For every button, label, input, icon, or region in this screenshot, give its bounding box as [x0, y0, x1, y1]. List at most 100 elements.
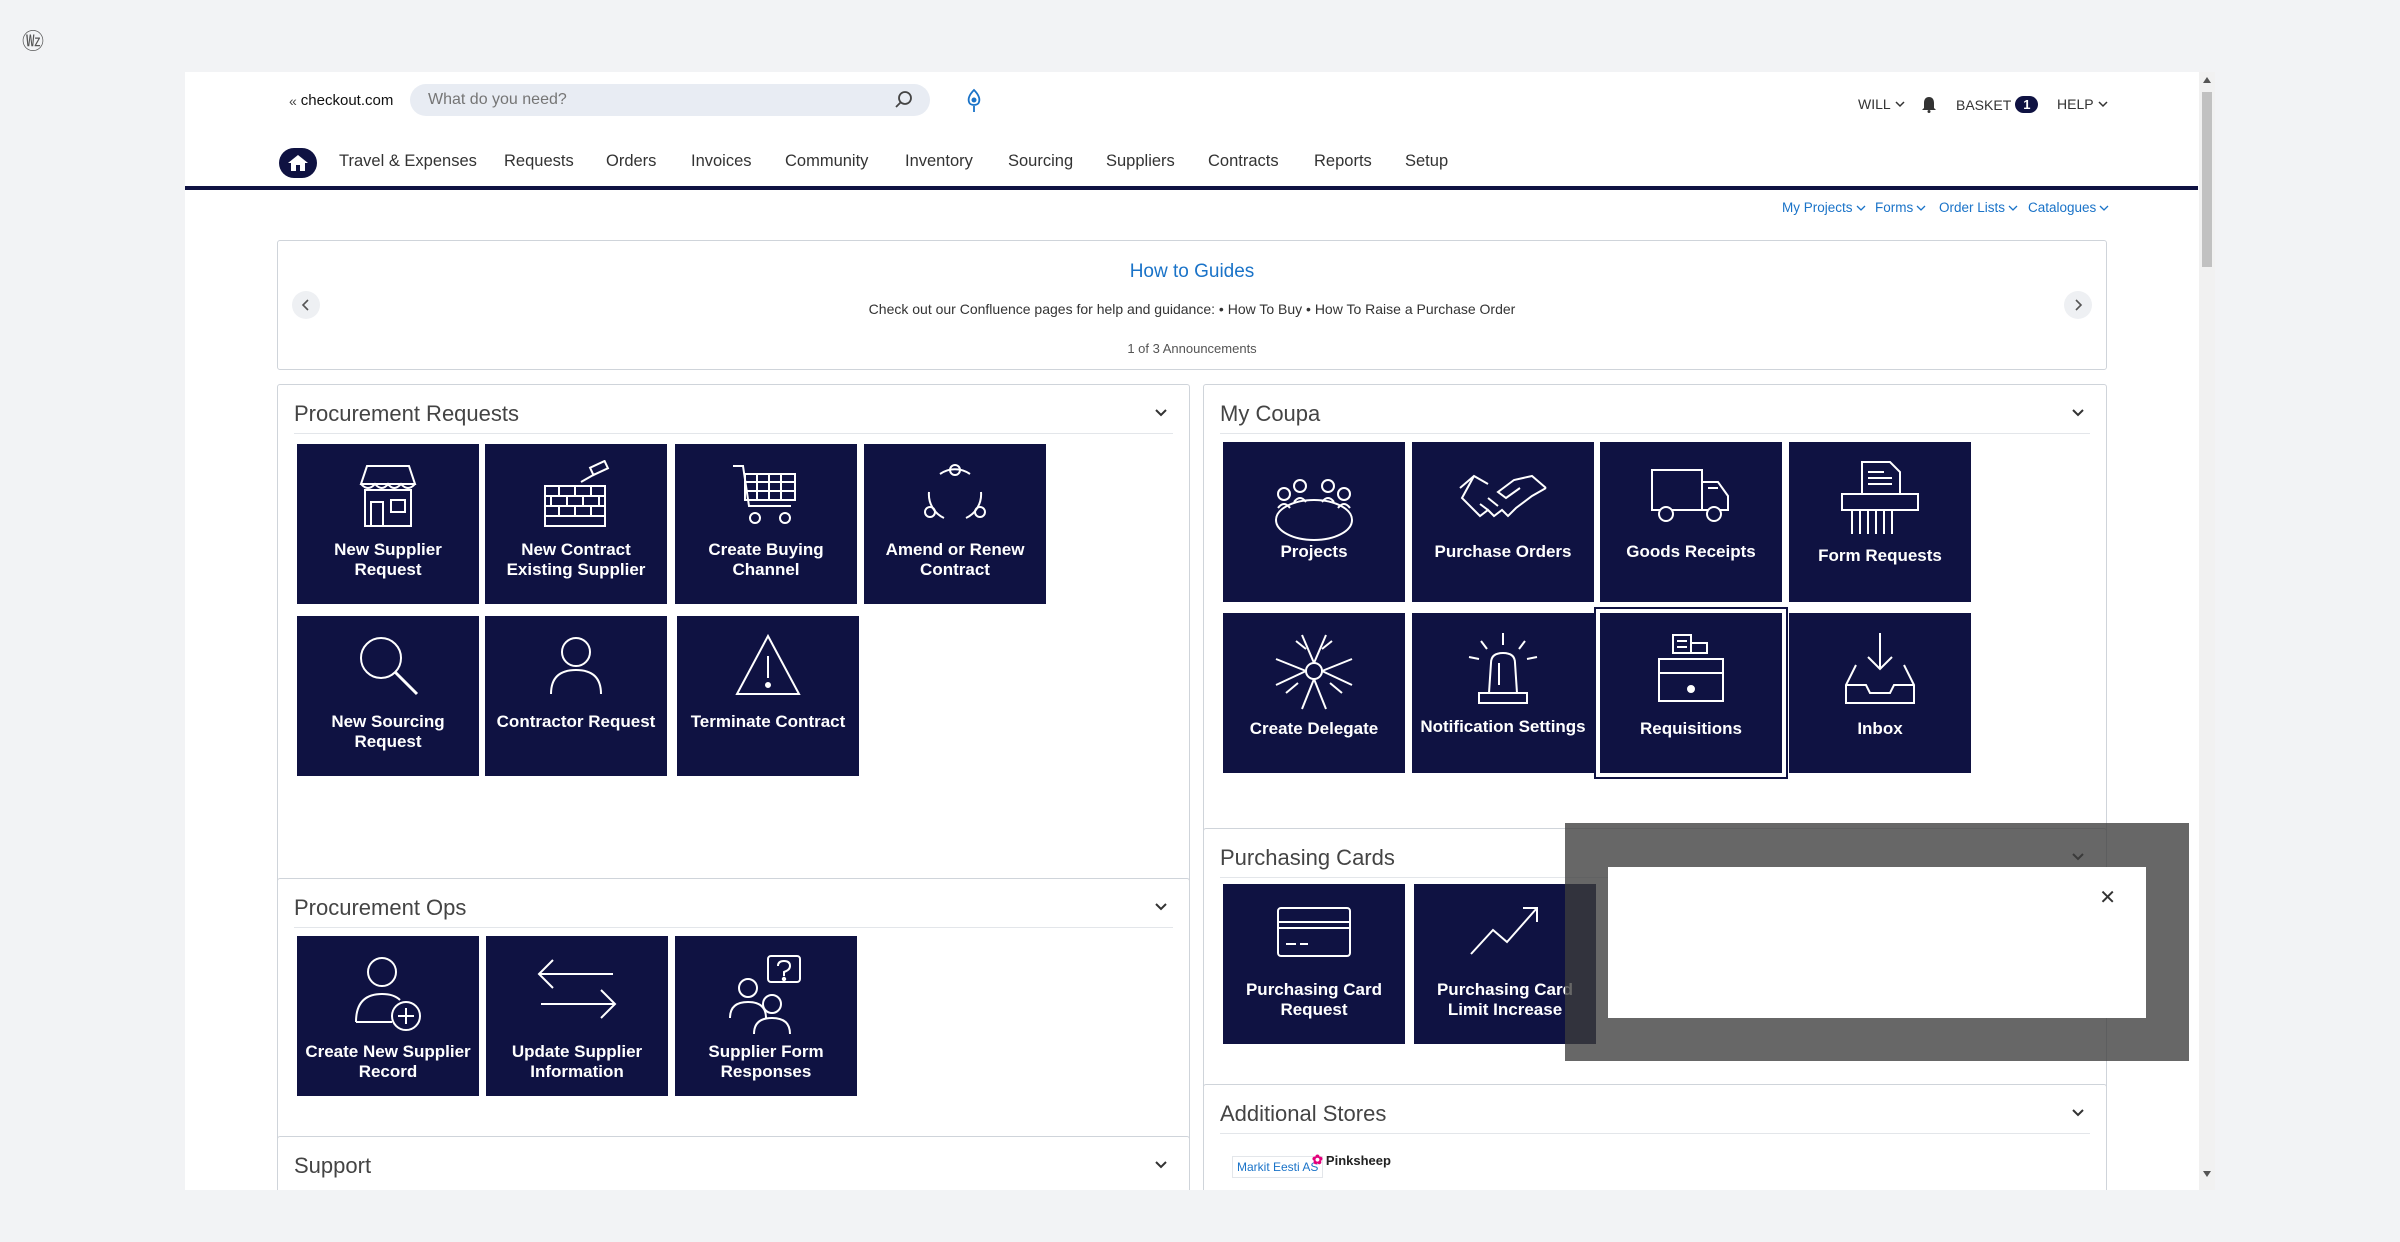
logo[interactable]: « checkout.com: [289, 92, 393, 109]
tile-label: Form Requests: [1818, 546, 1942, 565]
nav-sourcing[interactable]: Sourcing: [1008, 152, 1073, 171]
arrows-exchange-icon: [537, 959, 617, 1019]
nav-contracts[interactable]: Contracts: [1208, 152, 1279, 171]
panel-divider: [294, 433, 1173, 434]
tile-new-sourcing-request[interactable]: New Sourcing Request: [297, 616, 479, 776]
nav-inventory[interactable]: Inventory: [905, 152, 973, 171]
chevron-down-icon[interactable]: [2070, 1105, 2086, 1121]
tile-requisitions[interactable]: Requisitions: [1594, 607, 1788, 779]
announcement-banner: How to Guides Check out our Confluence p…: [277, 240, 2107, 370]
basket-button[interactable]: BASKET 1: [1956, 96, 2039, 113]
search-bar[interactable]: [410, 84, 930, 116]
shopping-cart-icon: [733, 465, 796, 524]
scroll-down-icon[interactable]: [2202, 1170, 2212, 1178]
chevron-down-icon: [1856, 205, 1865, 211]
tile-new-contract-existing-supplier[interactable]: New Contract Existing Supplier: [485, 444, 667, 604]
chevron-down-icon[interactable]: [1153, 405, 1169, 421]
tile-goods-receipts[interactable]: Goods Receipts: [1600, 442, 1782, 602]
chevron-down-icon: [2098, 101, 2108, 108]
chevron-down-icon: [2099, 205, 2109, 211]
tile-notification-settings[interactable]: Notification Settings: [1412, 613, 1594, 773]
procurement-requests-panel: Procurement Requests New Supplier Reques…: [277, 384, 1190, 936]
tile-inbox[interactable]: Inbox: [1789, 613, 1971, 773]
tile-label: Goods Receipts: [1626, 542, 1756, 561]
pinksheep-logo-icon: ✿: [1312, 1152, 1323, 1167]
search-input[interactable]: [426, 90, 894, 110]
tile-new-supplier-request[interactable]: New Supplier Request: [297, 444, 479, 604]
back-icon[interactable]: 🄮: [22, 24, 44, 56]
tile-create-delegate[interactable]: Create Delegate: [1223, 613, 1405, 773]
help-menu[interactable]: HELP: [2057, 96, 2108, 112]
panel-title: My Coupa: [1220, 401, 1321, 426]
panel-title: Procurement Ops: [294, 895, 467, 920]
my-coupa-panel: My Coupa Projects Purchase Orders Goods …: [1203, 384, 2107, 887]
bell-icon[interactable]: [1921, 95, 1937, 113]
quick-link-forms[interactable]: Forms: [1875, 200, 1926, 215]
siren-icon: [1468, 633, 1538, 704]
shredder-icon: [1841, 461, 1919, 534]
announcement-count: 1 of 3 Announcements: [1127, 341, 1257, 356]
tile-contractor-request[interactable]: Contractor Request: [485, 616, 667, 776]
quick-link-catalogues[interactable]: Catalogues: [2028, 200, 2109, 215]
nav-orders[interactable]: Orders: [606, 152, 656, 171]
quick-link-my-projects[interactable]: My Projects: [1782, 200, 1866, 215]
tile-label: Requisitions: [1639, 719, 1742, 738]
panel-divider: [294, 927, 1173, 928]
chevron-down-icon: [1895, 101, 1905, 108]
close-icon[interactable]: ✕: [2099, 885, 2116, 910]
nav-travel-expenses[interactable]: Travel & Expenses: [339, 152, 477, 171]
quick-link-label: Forms: [1875, 200, 1914, 215]
user-name: WILL: [1858, 96, 1891, 112]
search-icon[interactable]: [894, 90, 914, 110]
scrollbar-thumb[interactable]: [2202, 92, 2212, 267]
cash-register-icon: [1658, 634, 1724, 702]
panel-title: Purchasing Cards: [1220, 845, 1395, 870]
home-button[interactable]: [279, 148, 317, 178]
nav-suppliers[interactable]: Suppliers: [1106, 152, 1175, 171]
announcement-title[interactable]: How to Guides: [278, 261, 2106, 283]
tile-update-supplier-information[interactable]: Update Supplier Information: [486, 936, 668, 1096]
main-nav: [185, 130, 2198, 190]
nav-setup[interactable]: Setup: [1405, 152, 1448, 171]
quick-link-order-lists[interactable]: Order Lists: [1939, 200, 2018, 215]
nav-community[interactable]: Community: [785, 152, 868, 171]
user-menu[interactable]: WILL: [1858, 96, 1905, 112]
panel-title: Procurement Requests: [294, 401, 519, 426]
tile-purchase-orders[interactable]: Purchase Orders: [1412, 442, 1594, 602]
tile-label: Update Supplier Information: [511, 1042, 643, 1081]
assistant-icon[interactable]: [963, 88, 985, 114]
tile-create-buying-channel[interactable]: Create Buying Channel: [675, 444, 857, 604]
tile-terminate-contract[interactable]: Terminate Contract: [677, 616, 859, 776]
panel-divider: [1220, 1133, 2090, 1134]
tile-label: New Contract Existing Supplier: [506, 540, 646, 579]
brick-wall-icon: [544, 460, 610, 527]
panel-title: Additional Stores: [1220, 1101, 1387, 1126]
announcement-body: Check out our Confluence pages for help …: [868, 301, 1516, 317]
announcement-prev-button[interactable]: [292, 291, 320, 319]
handshake-icon: [1459, 474, 1547, 518]
tile-label: Inbox: [1857, 719, 1903, 738]
basket-count-badge: 1: [2015, 96, 2039, 113]
nav-requests[interactable]: Requests: [504, 152, 574, 171]
store-markit-eesti[interactable]: Markit Eesti AS: [1232, 1156, 1324, 1178]
tile-supplier-form-responses[interactable]: Supplier Form Responses: [675, 936, 857, 1096]
store-pinksheep[interactable]: ✿ Pinksheep: [1312, 1152, 1391, 1168]
truck-icon: [1651, 469, 1729, 522]
app-frame: « checkout.com WILL BASKET 1 HELP Travel…: [185, 72, 2215, 1190]
tile-create-new-supplier-record[interactable]: Create New Supplier Record: [297, 936, 479, 1096]
nav-reports[interactable]: Reports: [1314, 152, 1372, 171]
nav-invoices[interactable]: Invoices: [691, 152, 752, 171]
tile-amend-renew-contract[interactable]: Amend or Renew Contract: [864, 444, 1046, 604]
chevron-down-icon[interactable]: [1153, 1157, 1169, 1173]
chevron-down-icon[interactable]: [2070, 405, 2086, 421]
chevron-right-icon: [2075, 299, 2083, 311]
tile-projects[interactable]: Projects: [1223, 442, 1405, 602]
people-question-icon: [729, 955, 801, 1035]
announcement-next-button[interactable]: [2064, 291, 2092, 319]
tile-purchasing-card-request[interactable]: Purchasing Card Request: [1223, 884, 1405, 1044]
chevron-down-icon[interactable]: [1153, 899, 1169, 915]
tile-label: New Sourcing Request: [331, 712, 445, 751]
scroll-up-icon[interactable]: [2202, 76, 2212, 84]
tile-form-requests[interactable]: Form Requests: [1789, 442, 1971, 602]
meeting-table-icon: [1275, 479, 1353, 541]
